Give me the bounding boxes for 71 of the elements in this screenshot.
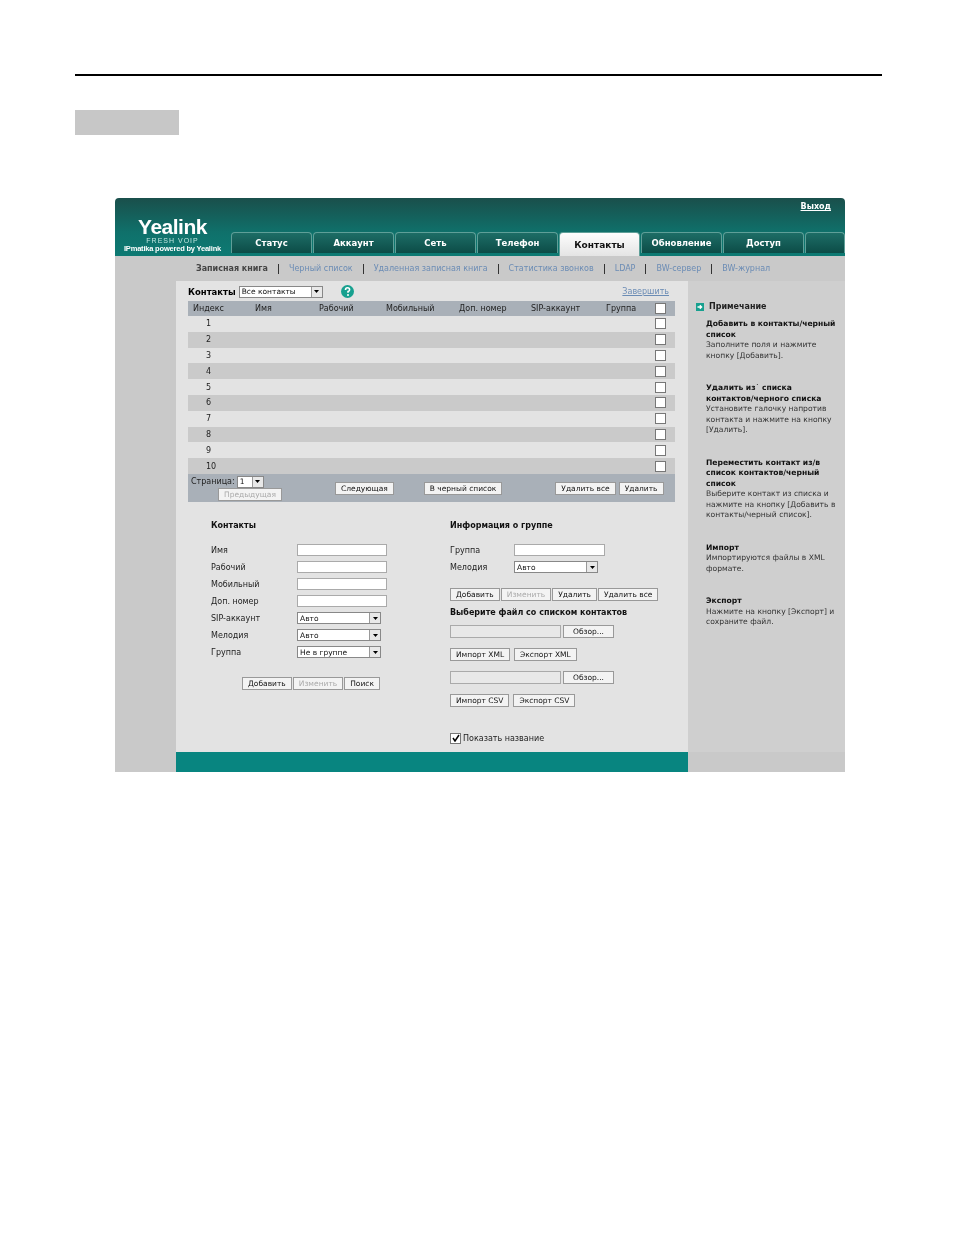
table-cell-text: 6 (205, 398, 213, 408)
checkbox[interactable] (655, 397, 666, 409)
field-label: Рабочий (211, 562, 247, 572)
column-header: Мобильный (386, 304, 436, 313)
dropdown-arrow-icon (255, 480, 261, 484)
dropdown-arrow-icon (372, 650, 378, 654)
checkbox-label: Показать название (463, 733, 545, 743)
field-label: Мелодия (211, 630, 250, 640)
logo-text: Yealink (138, 217, 207, 237)
section-title: Информация о группе (450, 520, 554, 532)
dropdown-arrow-icon (372, 616, 378, 620)
field-label: Группа (450, 545, 482, 555)
column-header: Имя (255, 304, 273, 313)
tab[interactable]: Статус (231, 232, 312, 253)
checkbox[interactable] (450, 732, 461, 744)
file-field[interactable] (450, 670, 561, 684)
dropdown-arrow-icon (589, 565, 595, 569)
field-label: Группа (211, 647, 243, 657)
field-label: SIP-аккаунт (211, 613, 262, 623)
column-header: Группа (606, 304, 638, 313)
tab[interactable]: Контакты (559, 232, 640, 256)
checkbox[interactable] (655, 460, 666, 472)
table-cell-text: 5 (205, 382, 213, 392)
column-header: Рабочий (319, 304, 355, 313)
field-label: Доп. номер (211, 596, 260, 606)
tab[interactable]: Сеть (395, 232, 476, 253)
column-header: Доп. номер (459, 304, 508, 313)
tab[interactable]: Аккаунт (313, 232, 394, 253)
input-field[interactable] (297, 578, 387, 591)
field-label: Мобильный (211, 579, 261, 589)
table-cell-text: 2 (205, 335, 213, 345)
table-cell-text: 4 (205, 366, 213, 376)
checkbox[interactable] (655, 334, 666, 346)
tab[interactable] (805, 232, 845, 253)
help-icon (340, 285, 354, 298)
table-cell-text: 8 (205, 429, 213, 439)
table-cell-text: 7 (205, 414, 213, 424)
note-title: Примечание (709, 302, 767, 311)
tab[interactable]: Телефон (477, 232, 558, 253)
table-cell-text: 10 (205, 461, 218, 471)
table-cell-text: 3 (205, 351, 213, 360)
arrow-icon (696, 302, 704, 311)
page-label: Страница: (191, 477, 235, 487)
field-label: Имя (211, 545, 229, 555)
input-field[interactable] (297, 544, 387, 557)
column-header: Индекс (193, 304, 225, 313)
column-header: SIP-аккаунт (531, 304, 582, 313)
checkbox[interactable] (655, 303, 666, 314)
input-field[interactable] (297, 561, 387, 574)
input-field[interactable] (514, 544, 605, 557)
logout-link[interactable]: Выход (800, 202, 831, 217)
checkbox[interactable] (655, 318, 666, 330)
input-field[interactable] (297, 595, 387, 608)
tab[interactable]: Доступ (723, 232, 804, 253)
tab[interactable]: Обновление (641, 232, 722, 253)
checkbox[interactable] (655, 444, 666, 456)
table-cell-text: 9 (205, 445, 213, 455)
dropdown-arrow-icon (372, 633, 378, 637)
checkbox[interactable] (655, 350, 666, 361)
table-cell-text: 1 (205, 319, 213, 329)
checkbox[interactable] (655, 428, 666, 440)
checkbox[interactable] (655, 413, 666, 425)
file-field[interactable] (450, 624, 561, 638)
field-label: Мелодия (450, 562, 489, 572)
subnav-link[interactable]: Записная книга (196, 263, 278, 274)
dropdown-arrow-icon (314, 290, 320, 293)
checkbox[interactable] (655, 365, 666, 377)
checkbox[interactable] (655, 381, 666, 393)
section-title: Выберите файл со списком контактов (450, 607, 629, 619)
section-title: Контакты (211, 520, 257, 532)
section-title: Контакты (188, 286, 236, 297)
